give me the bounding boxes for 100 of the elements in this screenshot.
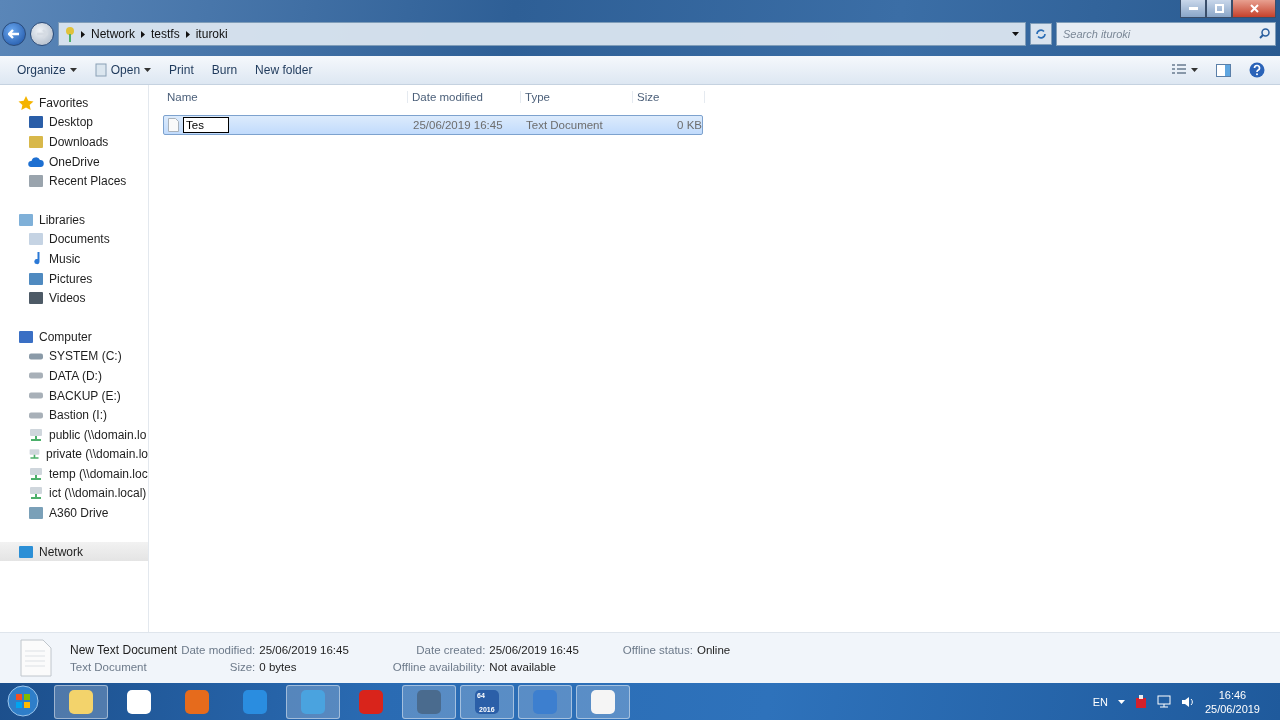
sidebar-item[interactable]: BACKUP (E:) bbox=[0, 385, 148, 406]
detail-value: Online bbox=[696, 643, 731, 656]
network-drive-icon bbox=[28, 427, 44, 442]
toolbar-button[interactable]: Organize bbox=[10, 60, 84, 80]
detail-label: Date modified: bbox=[181, 643, 256, 656]
clock-time: 16:46 bbox=[1218, 687, 1247, 702]
breadcrumb-arrow-icon bbox=[141, 30, 145, 38]
taskbar-button[interactable] bbox=[576, 684, 630, 719]
refresh-button[interactable] bbox=[1030, 23, 1052, 45]
minimize-icon bbox=[1188, 7, 1198, 10]
cloud-icon bbox=[28, 154, 44, 169]
sidebar-item[interactable]: Downloads bbox=[0, 132, 148, 152]
caret-icon bbox=[1117, 699, 1125, 704]
detail-value: Not available bbox=[489, 660, 557, 673]
column-header[interactable]: Size bbox=[633, 91, 705, 103]
taskbar-button[interactable] bbox=[402, 684, 456, 719]
search-field[interactable]: Search ituroki bbox=[1056, 22, 1276, 46]
sidebar-item[interactable]: temp (\\domain.loc bbox=[0, 464, 148, 484]
breadcrumb-item[interactable]: ituroki bbox=[195, 27, 228, 41]
toolbar-button[interactable]: New folder bbox=[248, 60, 320, 80]
app-icon bbox=[299, 687, 327, 716]
drive-icon bbox=[28, 392, 44, 399]
forward-button[interactable] bbox=[30, 22, 54, 46]
file-size: 0 KB bbox=[676, 119, 702, 131]
detail-value: 0 bytes bbox=[259, 660, 298, 673]
breadcrumb-item[interactable]: testfs bbox=[151, 27, 180, 41]
minimize-button[interactable] bbox=[1180, 0, 1206, 18]
sidebar-item[interactable]: Favorites bbox=[0, 93, 148, 113]
file-type: Text Document bbox=[525, 119, 604, 131]
refresh-icon bbox=[1035, 28, 1047, 40]
toolbar-button[interactable]: Open bbox=[87, 60, 159, 80]
breadcrumb-arrow-icon bbox=[81, 30, 85, 38]
restore-icon bbox=[1214, 4, 1224, 13]
detail-value: 25/06/2019 16:45 bbox=[259, 643, 349, 656]
clock[interactable]: 16:46 25/06/2019 bbox=[1204, 687, 1260, 716]
sidebar-item[interactable]: Network bbox=[0, 541, 148, 562]
sidebar-item[interactable]: ict (\\domain.local) bbox=[0, 483, 148, 504]
drive-icon bbox=[28, 411, 44, 419]
file-row[interactable]: Tes 25/06/2019 16:45 Text Document 0 KB bbox=[163, 115, 703, 135]
app-icon bbox=[357, 687, 385, 716]
detail-label: Offline availability: bbox=[392, 660, 486, 673]
network-drive-icon bbox=[28, 447, 41, 462]
power-icon bbox=[1134, 694, 1147, 709]
star-icon bbox=[18, 95, 34, 110]
back-arrow-icon bbox=[8, 29, 20, 39]
caret-icon bbox=[1012, 32, 1019, 36]
column-header[interactable]: Name bbox=[163, 91, 408, 103]
app-icon bbox=[531, 687, 559, 716]
list-view-icon bbox=[1171, 64, 1187, 76]
sidebar-item[interactable]: Bastion (I:) bbox=[0, 405, 148, 425]
column-header[interactable]: Type bbox=[521, 91, 633, 103]
file-type: Text Document bbox=[70, 660, 148, 673]
clock-date: 25/06/2019 bbox=[1204, 701, 1260, 716]
sidebar-item[interactable]: Computer bbox=[0, 326, 148, 347]
taskbar-button[interactable] bbox=[54, 684, 108, 719]
system-drive-icon bbox=[28, 352, 44, 360]
sidebar-item[interactable]: Libraries bbox=[0, 209, 148, 230]
app-icon bbox=[125, 687, 153, 716]
app-icon bbox=[415, 687, 443, 716]
toolbar-button[interactable]: Burn bbox=[204, 60, 245, 80]
sidebar-item[interactable]: OneDrive bbox=[0, 151, 148, 172]
maximize-button[interactable] bbox=[1206, 0, 1232, 18]
sidebar-item[interactable]: private (\\domain.lo bbox=[0, 444, 148, 465]
close-button[interactable] bbox=[1232, 0, 1276, 18]
app-icon bbox=[589, 687, 617, 716]
sidebar-item[interactable]: SYSTEM (C:) bbox=[0, 346, 148, 367]
file-name: New Text Document bbox=[70, 642, 178, 657]
caret-icon bbox=[1191, 68, 1198, 72]
network-drive-icon bbox=[28, 466, 44, 481]
detail-label: Size: bbox=[228, 660, 256, 673]
network-drive-icon bbox=[28, 486, 44, 501]
start-orb-icon bbox=[7, 684, 39, 717]
network-location-icon bbox=[65, 26, 75, 42]
taskbar-button[interactable] bbox=[286, 684, 340, 719]
app-icon bbox=[241, 687, 269, 716]
sidebar-item[interactable]: DATA (D:) bbox=[0, 366, 148, 386]
sidebar-item[interactable]: public (\\domain.lo bbox=[0, 424, 148, 445]
start-button[interactable] bbox=[4, 684, 42, 719]
sidebar-item[interactable]: Pictures bbox=[0, 268, 148, 289]
app-icon bbox=[183, 687, 211, 716]
column-header[interactable]: Date modified bbox=[408, 91, 521, 103]
detail-label: Date created: bbox=[415, 643, 486, 656]
breadcrumb-item[interactable]: Network bbox=[91, 27, 135, 41]
text-file-icon bbox=[20, 639, 52, 677]
sidebar-item[interactable]: Documents bbox=[0, 229, 148, 250]
music-note-icon bbox=[32, 251, 40, 266]
sidebar-item[interactable]: Music bbox=[0, 249, 148, 269]
breadcrumb-arrow-icon bbox=[185, 30, 190, 38]
language-indicator[interactable]: EN bbox=[1092, 695, 1108, 708]
sidebar-item[interactable]: Recent Places bbox=[0, 171, 148, 191]
sidebar-item[interactable]: A360 Drive bbox=[0, 503, 148, 523]
detail-label: Offline status: bbox=[622, 643, 693, 656]
sidebar-item[interactable]: Desktop bbox=[0, 112, 148, 133]
toolbar-button[interactable]: Print bbox=[162, 60, 201, 80]
text-file-icon bbox=[168, 118, 179, 132]
back-button[interactable] bbox=[2, 22, 26, 46]
address-bar[interactable]: Network testfs ituroki bbox=[58, 22, 1026, 46]
search-icon bbox=[1259, 28, 1270, 39]
rename-field[interactable]: Tes bbox=[183, 117, 229, 133]
sidebar-item[interactable]: Videos bbox=[0, 288, 148, 308]
